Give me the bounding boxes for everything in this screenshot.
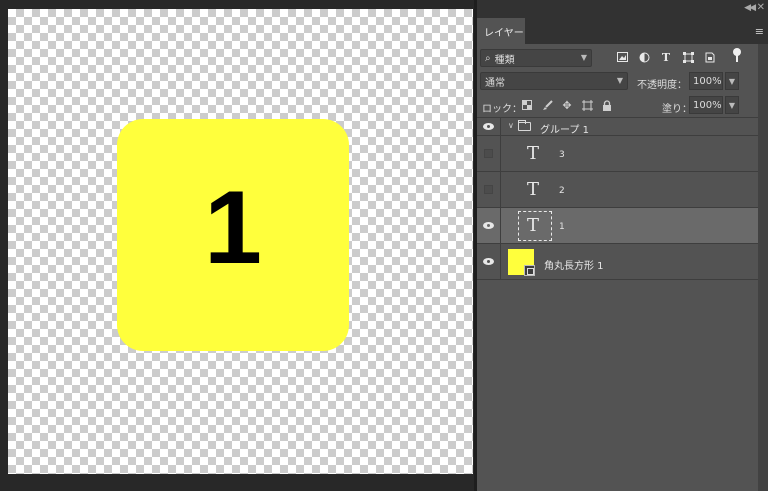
close-icon[interactable]: ✕	[757, 2, 765, 13]
lock-label: ロック：	[482, 104, 522, 115]
opacity-dropdown-button[interactable]: ▼	[725, 72, 739, 90]
canvas-area: 1	[0, 0, 474, 491]
folder-icon	[518, 120, 531, 131]
layer-row-text[interactable]: T 3	[477, 136, 768, 172]
text-layer-icon: T	[527, 143, 540, 164]
visibility-toggle[interactable]	[477, 118, 501, 135]
lock-artboard-icon[interactable]	[577, 98, 597, 112]
blend-mode-select[interactable]: 通常 ▼	[480, 72, 628, 90]
eye-icon	[483, 222, 494, 229]
shape-badge-icon	[524, 265, 535, 276]
scrollbar[interactable]	[758, 44, 768, 491]
photoshop-window: 1 ◀◀ ✕ レイヤー ≡ ⌕ 種類 ▼ T 通常 ▼ 不透明度： 100% ▼…	[0, 0, 768, 491]
layers-panel: ◀◀ ✕ レイヤー ≡ ⌕ 種類 ▼ T 通常 ▼ 不透明度： 100% ▼ ロ…	[477, 0, 768, 491]
lock-position-icon[interactable]: ✥	[557, 98, 577, 112]
layer-name: 角丸長方形 1	[544, 261, 604, 272]
eye-icon	[483, 258, 494, 265]
text-filter-icon[interactable]: T	[655, 49, 677, 65]
filter-toggle-stem	[736, 55, 738, 62]
visibility-toggle[interactable]	[477, 136, 501, 171]
lock-icons: ✥	[517, 98, 617, 112]
image-filter-icon[interactable]	[611, 49, 633, 65]
layer-row-text[interactable]: T 2	[477, 172, 768, 208]
fill-dropdown-button[interactable]: ▼	[725, 96, 739, 114]
blend-row: 通常 ▼ 不透明度： 100% ▼	[477, 70, 768, 93]
visibility-toggle[interactable]	[477, 172, 501, 207]
visibility-toggle[interactable]	[477, 208, 501, 243]
fill-label: 塗り：	[662, 104, 692, 115]
lock-all-icon[interactable]	[597, 98, 617, 112]
filter-kind-label: 種類	[494, 54, 515, 66]
chevron-down-icon: ▼	[580, 53, 587, 62]
filter-kind-select[interactable]: ⌕ 種類 ▼	[480, 49, 592, 67]
opacity-label: 不透明度：	[637, 80, 687, 91]
panel-tab-row: レイヤー ≡	[477, 18, 768, 44]
lock-row: ロック： ✥ 塗り： 100% ▼	[477, 93, 768, 118]
eye-icon	[483, 123, 494, 130]
layer-row-group[interactable]: ∨ グループ 1	[477, 118, 768, 136]
opacity-input[interactable]: 100%	[689, 72, 723, 90]
filter-icons: T	[611, 49, 721, 65]
smart-object-filter-icon[interactable]	[699, 49, 721, 65]
panel-menu-icon[interactable]: ≡	[755, 25, 764, 38]
layers-list: ∨ グループ 1 T 3 T 2 T 1 角丸長方形 1	[477, 118, 768, 280]
panel-topbar: ◀◀ ✕	[477, 0, 768, 18]
rounded-rectangle-shape[interactable]: 1	[117, 119, 349, 351]
lock-transparent-icon[interactable]	[517, 98, 537, 112]
shape-filter-icon[interactable]	[677, 49, 699, 65]
visibility-toggle[interactable]	[477, 244, 501, 279]
search-icon: ⌕	[485, 52, 491, 64]
layer-name: 3	[559, 150, 565, 160]
chevron-down-icon[interactable]: ∨	[508, 121, 514, 130]
tab-layers[interactable]: レイヤー	[477, 18, 525, 44]
lock-paint-icon[interactable]	[537, 98, 557, 112]
collapse-panel-icon[interactable]: ◀◀	[744, 3, 756, 13]
chevron-down-icon: ▼	[616, 76, 623, 85]
hidden-box-icon	[484, 185, 493, 194]
layer-row-text-selected[interactable]: T 1	[477, 208, 768, 244]
blend-mode-value: 通常	[485, 77, 505, 89]
number-text[interactable]: 1	[204, 176, 262, 280]
layer-name: 2	[559, 186, 565, 196]
fill-input[interactable]: 100%	[689, 96, 723, 114]
document-canvas[interactable]: 1	[8, 9, 473, 474]
filter-row: ⌕ 種類 ▼ T	[477, 44, 768, 70]
adjustment-filter-icon[interactable]	[633, 49, 655, 65]
layer-name: グループ 1	[540, 125, 589, 136]
layer-name: 1	[559, 222, 565, 232]
text-layer-icon: T	[527, 179, 540, 200]
text-layer-icon: T	[527, 215, 540, 236]
hidden-box-icon	[484, 149, 493, 158]
layer-row-shape[interactable]: 角丸長方形 1	[477, 244, 768, 280]
